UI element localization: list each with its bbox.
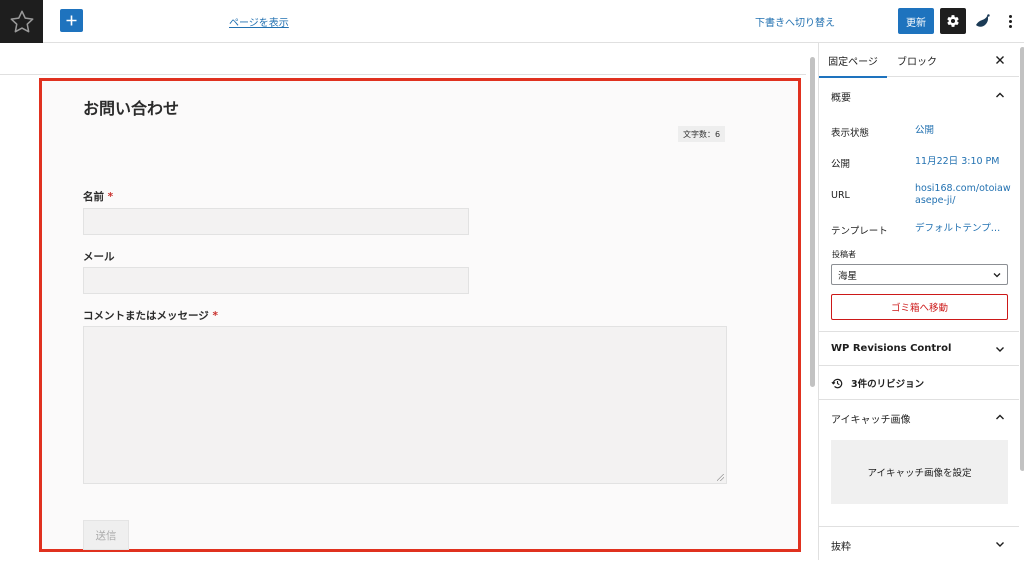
move-to-trash-button[interactable]: ゴミ箱へ移動 (831, 294, 1008, 320)
revisions-link[interactable]: 3件のリビジョン (831, 376, 924, 390)
editor-scrollbar-thumb[interactable] (810, 57, 815, 387)
author-selected-value: 海星 (838, 270, 858, 282)
options-menu-button[interactable] (1003, 11, 1017, 31)
revisions-control-panel-header[interactable]: WP Revisions Control (819, 332, 1019, 366)
view-page-link[interactable]: ページを表示 (229, 14, 289, 29)
message-textarea[interactable] (83, 326, 727, 484)
url-value-line-1: hosi168.com/otoiaw (915, 183, 1011, 194)
more-vertical-icon (1008, 14, 1012, 28)
editor-scrollbar[interactable] (808, 43, 818, 560)
tab-block[interactable]: ブロック (889, 43, 945, 77)
star-icon (10, 10, 33, 32)
publish-label: 公開 (831, 159, 851, 170)
summary-panel-title: 概要 (831, 93, 851, 104)
settings-button[interactable] (940, 8, 966, 34)
resize-handle[interactable] (717, 474, 724, 481)
revisions-control-title: WP Revisions Control (831, 343, 952, 354)
plugin-button[interactable] (973, 11, 993, 31)
canvas-header-strip (0, 43, 806, 75)
sidebar-scrollbar[interactable] (1019, 43, 1024, 560)
author-select[interactable]: 海星 (831, 264, 1008, 285)
set-featured-image-button[interactable]: アイキャッチ画像を設定 (831, 440, 1008, 504)
publish-date-value[interactable]: 11月22日 3:10 PM (915, 156, 999, 168)
submit-button[interactable]: 送信 (83, 520, 129, 550)
plugin-logo-icon (976, 14, 990, 27)
close-icon (996, 56, 1004, 64)
email-label-text: メール (83, 251, 115, 263)
close-sidebar-button[interactable] (991, 51, 1009, 69)
sidebar-tabs: 固定ページ ブロック (819, 43, 1019, 78)
switch-to-draft-link[interactable]: 下書きへ切り替え (755, 14, 835, 29)
excerpt-panel-header[interactable]: 抜粋 (819, 527, 1019, 561)
author-label: 投稿者 (832, 250, 856, 259)
chevron-up-icon (996, 414, 1004, 420)
chevron-up-icon (996, 92, 1004, 98)
editor-top-toolbar: ページを表示 下書きへ切り替え 更新 (0, 0, 1024, 43)
add-block-button[interactable] (60, 9, 83, 32)
highlighted-content-area: お問い合わせ 文字数：6 名前 * メール コメントまたはメッセージ * 送信 (39, 78, 801, 552)
email-field-label: メール (83, 249, 115, 264)
divider (819, 365, 1019, 366)
visibility-label: 表示状態 (831, 128, 870, 139)
name-label-text: 名前 (83, 191, 104, 203)
editor-canvas: お問い合わせ 文字数：6 名前 * メール コメントまたはメッセージ * 送信 (0, 43, 806, 560)
page-title[interactable]: お問い合わせ (83, 95, 179, 119)
required-mark: * (212, 310, 218, 322)
featured-image-panel-header[interactable]: アイキャッチ画像 (819, 400, 1019, 434)
plus-icon (66, 15, 77, 26)
featured-image-title: アイキャッチ画像 (831, 415, 911, 426)
tab-page[interactable]: 固定ページ (819, 43, 887, 78)
chevron-down-icon (993, 273, 1001, 278)
visibility-value[interactable]: 公開 (915, 125, 934, 137)
name-field-label: 名前 * (83, 189, 113, 204)
chevron-down-icon (996, 542, 1004, 547)
required-mark: * (107, 191, 114, 203)
url-value[interactable]: hosi168.com/otoiaw asepe-ji/ (915, 183, 1011, 207)
template-label: テンプレート (831, 226, 888, 237)
revisions-count-label: 3件のリビジョン (851, 379, 925, 390)
chevron-down-icon (996, 347, 1004, 352)
settings-sidebar: 固定ページ ブロック 概要 表示状態 公開 公開 11月22日 3:10 PM … (818, 43, 1024, 560)
url-label: URL (831, 190, 850, 201)
email-input[interactable] (83, 267, 469, 294)
message-label-text: コメントまたはメッセージ (83, 310, 209, 322)
update-button[interactable]: 更新 (898, 8, 934, 34)
message-field-label: コメントまたはメッセージ * (83, 308, 218, 323)
history-icon (831, 378, 843, 388)
character-count-badge: 文字数：6 (678, 126, 726, 142)
name-input[interactable] (83, 208, 469, 235)
site-logo-button[interactable] (0, 0, 43, 43)
excerpt-title: 抜粋 (831, 542, 851, 553)
template-value[interactable]: デフォルトテンプ… (915, 223, 1000, 235)
summary-panel-header[interactable]: 概要 (819, 78, 1019, 112)
gear-icon (947, 15, 959, 27)
sidebar-scrollbar-thumb[interactable] (1020, 47, 1024, 471)
url-value-line-2: asepe-ji/ (915, 194, 956, 206)
